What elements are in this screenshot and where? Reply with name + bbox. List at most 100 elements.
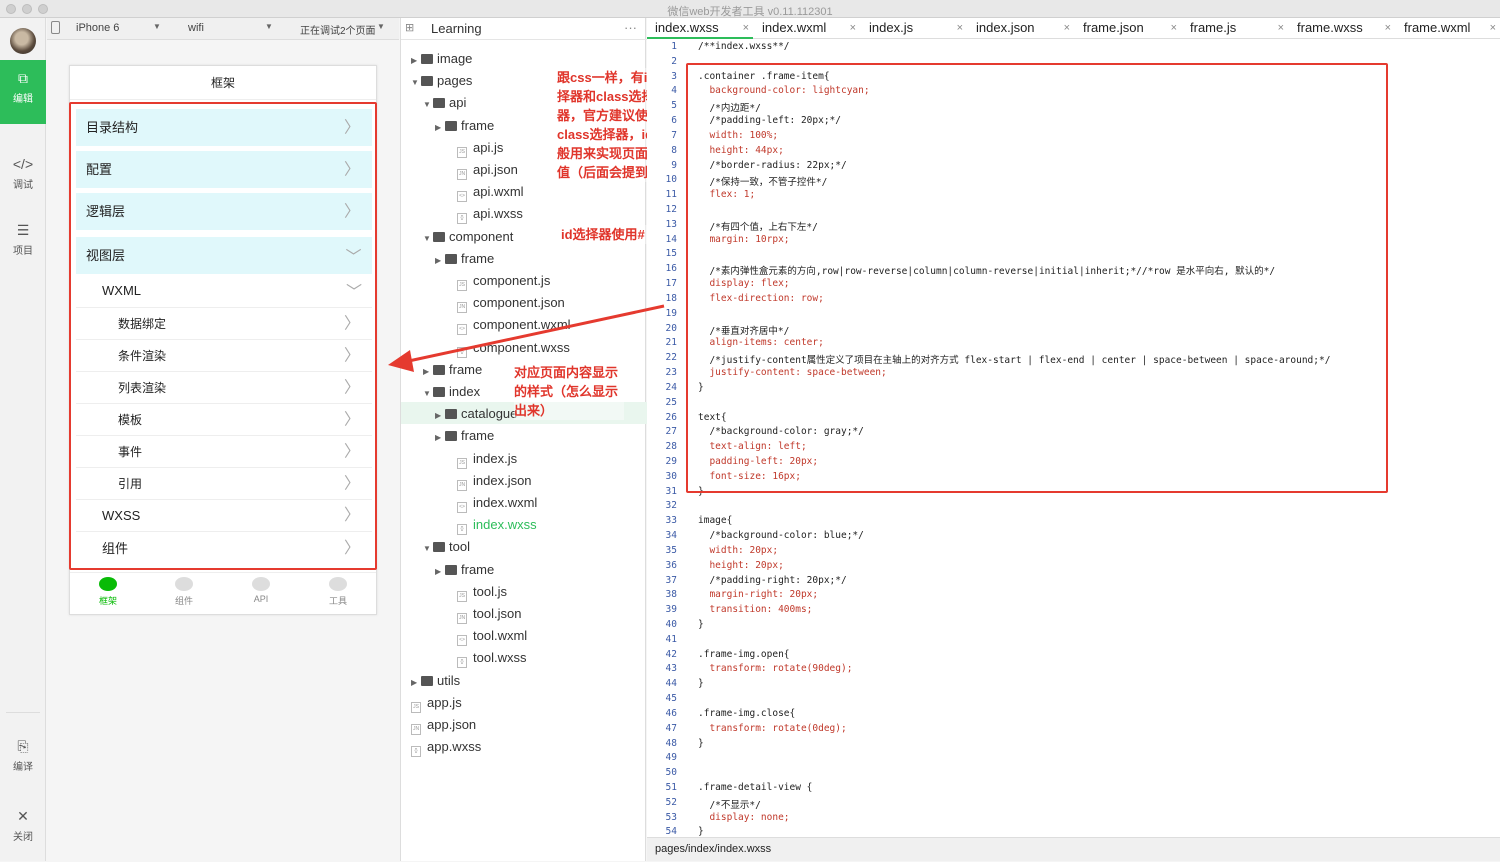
tree-folder[interactable]: ▶ frame: [435, 249, 494, 271]
tree-item-label: frame: [461, 561, 495, 577]
close-icon[interactable]: ×: [1171, 19, 1177, 38]
line-number: 2: [671, 55, 677, 67]
tree-file[interactable]: {} api.wxss: [435, 204, 523, 225]
folder-icon: [433, 364, 445, 375]
close-icon[interactable]: ×: [1385, 19, 1391, 38]
chevron-right-icon[interactable]: ▶: [411, 673, 421, 693]
tab-index-json[interactable]: index.json ×: [968, 18, 1074, 39]
tree-folder[interactable]: ▼ api: [423, 93, 466, 115]
tab-index-js[interactable]: index.js ×: [861, 18, 967, 39]
tree-folder[interactable]: ▶ frame: [423, 360, 482, 382]
avatar[interactable]: [10, 28, 36, 54]
tree-folder[interactable]: ▼ index: [423, 382, 480, 404]
chevron-right-icon[interactable]: ▶: [435, 428, 445, 448]
nav-close[interactable]: ✕ 关闭: [0, 798, 46, 862]
tree-folder[interactable]: ▼ tool: [423, 537, 470, 559]
tree-file[interactable]: <> index.wxml: [435, 493, 537, 513]
nav-compile-label: 编译: [13, 762, 33, 773]
chevron-down-icon[interactable]: ▼: [411, 73, 421, 93]
line-number: 34: [665, 530, 677, 542]
tree-file[interactable]: JS index.js: [435, 449, 517, 469]
tabbar-item-tool[interactable]: 工具: [300, 573, 376, 607]
tree-file[interactable]: JN index.json: [435, 471, 532, 491]
tree-file[interactable]: {} component.wxss: [435, 338, 570, 358]
tab-frame-js[interactable]: frame.js ×: [1182, 18, 1288, 39]
tree-file[interactable]: <> tool.wxml: [435, 626, 527, 647]
tabbar-label: 框架: [98, 596, 117, 606]
tree-file[interactable]: JS app.js: [411, 693, 462, 713]
debug-pages-select[interactable]: 正在调试2个页面: [300, 22, 376, 37]
network-select[interactable]: wifi: [188, 22, 204, 34]
tab-index-wxml[interactable]: index.wxml ×: [754, 18, 860, 39]
tree-file[interactable]: <> api.wxml: [435, 182, 524, 203]
chevron-down-icon[interactable]: ▼: [423, 384, 433, 404]
tree-folder[interactable]: ▶ image: [411, 49, 472, 71]
tree-file[interactable]: JS api.js: [435, 138, 503, 158]
close-icon[interactable]: ×: [1490, 19, 1496, 38]
tree-folder[interactable]: ▼ component: [423, 227, 513, 249]
tree-item-label: catalogue: [461, 406, 518, 422]
tab-index-wxss[interactable]: index.wxss ×: [647, 18, 753, 39]
code-line: width: 20px;: [698, 544, 779, 556]
close-icon[interactable]: ×: [743, 19, 749, 38]
chevron-right-icon[interactable]: ▶: [435, 118, 445, 138]
chevron-right-icon[interactable]: ▶: [435, 562, 445, 582]
nav-project[interactable]: ☰ 项目: [0, 212, 46, 276]
tree-file[interactable]: JN component.json: [435, 293, 565, 314]
tab-frame-json[interactable]: frame.json ×: [1075, 18, 1181, 39]
device-chevron-down-icon[interactable]: ▼: [153, 22, 161, 31]
code-line: /*padding-right: 20px;*/: [698, 574, 847, 586]
chevron-right-icon[interactable]: ▶: [435, 406, 445, 426]
line-number: 16: [665, 263, 677, 275]
folder-icon: [421, 54, 433, 64]
code-line: display: none;: [698, 811, 790, 823]
close-icon[interactable]: ×: [1064, 19, 1070, 38]
network-chevron-down-icon[interactable]: ▼: [265, 22, 273, 31]
file-icon: {}: [457, 657, 467, 669]
tree-file[interactable]: JN app.json: [411, 715, 476, 735]
tree-file[interactable]: JS component.js: [435, 271, 550, 291]
close-icon[interactable]: ×: [957, 19, 963, 38]
tree-file[interactable]: {} tool.wxss: [435, 648, 526, 669]
tree-folder[interactable]: ▶ frame: [435, 560, 494, 582]
debug-pages-chevron-down-icon[interactable]: ▼: [377, 22, 385, 31]
tree-file[interactable]: <> component.wxml: [435, 315, 571, 336]
line-number: 35: [665, 544, 677, 556]
line-number: 3: [671, 70, 677, 82]
tabbar-item-frame[interactable]: 框架: [70, 573, 146, 607]
tree-folder[interactable]: ▶ frame: [435, 426, 494, 448]
nav-debug[interactable]: </> 调试: [0, 146, 46, 210]
file-icon: JN: [457, 479, 467, 491]
chevron-down-icon[interactable]: ▼: [423, 95, 433, 115]
tree-file[interactable]: JN tool.json: [435, 604, 521, 624]
line-number: 19: [665, 307, 677, 319]
tree-file[interactable]: JN api.json: [435, 160, 518, 180]
tree-folder[interactable]: ▶ utils: [411, 671, 460, 693]
chevron-down-icon[interactable]: ▼: [423, 229, 433, 249]
more-icon[interactable]: ···: [624, 20, 637, 35]
tab-frame-wxml[interactable]: frame.wxml ×: [1396, 18, 1500, 39]
tree-folder[interactable]: ▶ catalogue: [435, 404, 517, 426]
device-select[interactable]: iPhone 6: [76, 22, 119, 34]
nav-compile[interactable]: ⎘ 编译: [0, 728, 46, 792]
tab-frame-wxss[interactable]: frame.wxss ×: [1289, 18, 1395, 39]
tabbar-item-component[interactable]: 组件: [146, 573, 222, 607]
close-icon[interactable]: ×: [850, 19, 856, 38]
chevron-right-icon[interactable]: ▶: [435, 251, 445, 271]
tree-file[interactable]: {} index.wxss: [435, 515, 537, 536]
code-line: }: [698, 737, 704, 749]
chevron-down-icon[interactable]: ▼: [423, 539, 433, 559]
chevron-right-icon[interactable]: ▶: [411, 51, 421, 71]
tabbar-item-api[interactable]: API: [223, 573, 299, 604]
close-icon[interactable]: ×: [1278, 19, 1284, 38]
tree-folder[interactable]: ▶ frame: [435, 116, 494, 138]
file-icon: JS: [411, 701, 421, 713]
tree-file[interactable]: {} app.wxss: [411, 737, 481, 758]
tree-folder[interactable]: ▼ pages: [411, 71, 472, 93]
line-number: 27: [665, 426, 677, 438]
editor-tabs: index.wxss × index.wxml × index.js × index.…: [647, 18, 1500, 39]
nav-edit[interactable]: ⧉ 编辑: [0, 60, 46, 124]
tree-file[interactable]: JS tool.js: [435, 582, 507, 602]
chevron-right-icon[interactable]: ▶: [423, 362, 433, 382]
project-icon: ☰: [16, 222, 30, 238]
